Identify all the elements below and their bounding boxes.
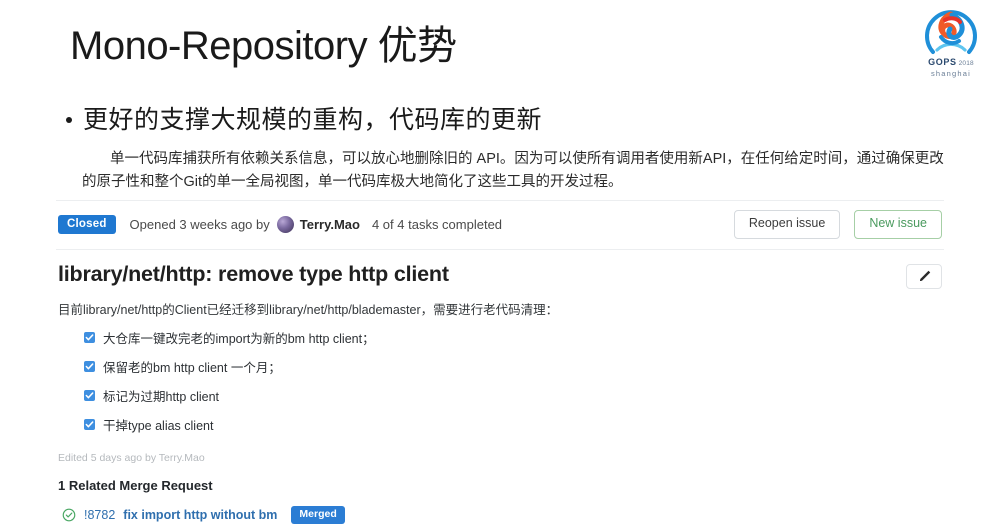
slide-bullet-label: 更好的支撑大规模的重构，代码库的更新 [83,100,542,136]
edit-issue-button[interactable] [906,264,942,289]
task-label: 大仓库一键改完老的import为新的bm http client； [103,331,375,347]
pencil-icon [917,269,932,284]
task-list: 大仓库一键改完老的import为新的bm http client； 保留老的bm… [56,331,944,435]
merged-badge: Merged [291,506,344,524]
issue-title: library/net/http: remove type http clien… [58,262,449,288]
gops-logo-mark [919,4,983,60]
page-title: Mono-Repository 优势 [70,22,457,70]
check-icon [85,391,94,400]
bullet-dot-icon [66,117,72,123]
task-label: 标记为过期http client [103,389,219,405]
issue-panel: Closed Opened 3 weeks ago by Terry.Mao 4… [56,200,944,524]
task-label: 保留老的bm http client 一个月； [103,360,281,376]
related-mr-heading: 1 Related Merge Request [56,464,944,493]
checkbox-icon[interactable] [84,390,95,401]
merge-request-title[interactable]: fix import http without bm [123,508,277,522]
check-icon [85,333,94,342]
issue-status-bar: Closed Opened 3 weeks ago by Terry.Mao 4… [56,201,944,250]
issue-meta: Opened 3 weeks ago by Terry.Mao 4 of 4 t… [130,216,503,233]
edited-note: Edited 5 days ago by Terry.Mao [56,448,944,464]
gops-city: shanghai [910,69,992,78]
issue-actions: Reopen issue New issue [734,210,942,239]
issue-title-row: library/net/http: remove type http clien… [56,250,944,295]
check-icon [85,420,94,429]
gops-logo: GOPS2018 shanghai [910,4,992,82]
task-label: 干掉type alias client [103,418,213,434]
list-item[interactable]: 保留老的bm http client 一个月； [84,360,944,376]
checkbox-icon[interactable] [84,361,95,372]
slide-bullet: 更好的支撑大规模的重构，代码库的更新 [66,100,542,136]
new-issue-button[interactable]: New issue [854,210,942,239]
author-link[interactable]: Terry.Mao [300,217,360,232]
list-item[interactable]: 标记为过期http client [84,389,944,405]
check-icon [85,362,94,371]
gops-year: 2018 [959,60,974,67]
list-item[interactable]: 干掉type alias client [84,418,944,434]
merge-request-id[interactable]: !8782 [84,508,115,522]
slide-paragraph: 单一代码库捕获所有依赖关系信息，可以放心地删除旧的 API。因为可以使所有调用者… [82,148,944,194]
gops-swirl-icon [919,4,983,60]
status-badge: Closed [58,215,116,235]
avatar [277,216,294,233]
issue-description: 目前library/net/http的Client已经迁移到library/ne… [56,295,944,322]
list-item[interactable]: 大仓库一键改完老的import为新的bm http client； [84,331,944,347]
merge-request-row[interactable]: !8782 fix import http without bm Merged [56,493,944,524]
opened-text: Opened 3 weeks ago by [130,217,270,232]
reopen-issue-button[interactable]: Reopen issue [734,210,840,239]
check-circle-icon [62,508,76,522]
checkbox-icon[interactable] [84,419,95,430]
checkbox-icon[interactable] [84,332,95,343]
task-progress-text: 4 of 4 tasks completed [372,217,502,232]
